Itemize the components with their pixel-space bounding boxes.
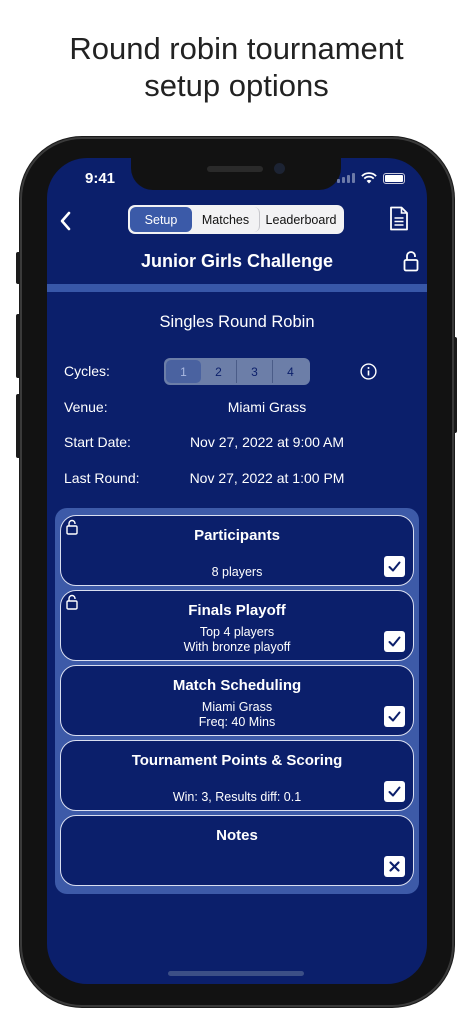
tab-matches[interactable]: Matches [192,207,260,232]
card-detail: Top 4 players [199,625,275,639]
last-round-value[interactable]: Nov 27, 2022 at 1:00 PM [167,470,367,486]
checkmark-icon [388,636,401,647]
venue-label: Venue: [64,399,108,415]
start-date-value[interactable]: Nov 27, 2022 at 9:00 AM [167,434,367,450]
checkmark-icon [388,711,401,722]
last-round-label: Last Round: [64,470,140,486]
cycles-label: Cycles: [64,363,110,379]
checkbox[interactable] [384,781,405,802]
phone-notch [131,158,341,190]
header-divider [47,284,427,292]
card-detail: Miami Grass [201,700,273,714]
card-detail: With bronze playoff [183,640,291,654]
card-title: Match Scheduling [172,677,302,694]
info-icon[interactable] [360,363,377,380]
cycle-option-4[interactable]: 4 [273,360,308,383]
checkbox[interactable] [384,556,405,577]
checkbox[interactable] [384,706,405,727]
page-title: Junior Girls Challenge [140,251,334,271]
checkmark-icon [388,786,401,797]
view-tabs: Setup Matches Leaderboard [128,205,344,234]
card-title: Finals Playoff [188,602,286,619]
venue-value[interactable]: Miami Grass [167,399,367,415]
points-scoring-card[interactable]: Tournament Points & Scoring Win: 3, Resu… [60,740,414,811]
setup-options-panel: Participants 8 players Finals Playoff To… [55,508,419,894]
card-detail: Win: 3, Results diff: 0.1 [172,790,302,804]
cross-icon [389,861,400,872]
status-icons [337,172,405,184]
notes-card[interactable]: Notes [60,815,414,886]
battery-icon [383,172,405,184]
cycle-option-1[interactable]: 1 [166,360,201,383]
headline-line-2: setup options [144,68,329,103]
finals-playoff-card[interactable]: Finals Playoff Top 4 players With bronze… [60,590,414,661]
app-screen: 9:41 Setup Matches Leaderboard Junior Gi… [47,158,427,984]
wifi-icon [361,172,377,184]
card-detail: Freq: 40 Mins [198,715,276,729]
cycle-option-2[interactable]: 2 [201,360,237,383]
lock-open-icon[interactable] [403,250,419,272]
match-scheduling-card[interactable]: Match Scheduling Miami Grass Freq: 40 Mi… [60,665,414,736]
start-date-label: Start Date: [64,434,131,450]
front-camera [274,163,285,174]
tournament-format: Singles Round Robin [159,313,315,331]
chevron-left-icon[interactable] [57,210,75,232]
checkbox[interactable] [384,856,405,877]
cycle-option-3[interactable]: 3 [237,360,273,383]
checkbox[interactable] [384,631,405,652]
card-title: Tournament Points & Scoring [131,752,343,769]
speaker-grille [207,166,263,172]
headline-line-1: Round robin tournament [69,31,404,66]
card-title: Participants [194,527,280,544]
card-detail: 8 players [211,565,263,579]
status-time: 9:41 [85,170,116,187]
promo-headline: Round robin tournament setup options [0,30,473,104]
signal-icon [337,173,355,183]
tab-setup[interactable]: Setup [130,207,192,232]
tab-leaderboard[interactable]: Leaderboard [260,207,342,232]
participants-card[interactable]: Participants 8 players [60,515,414,586]
card-title: Notes [216,827,258,844]
home-indicator[interactable] [168,971,304,976]
document-icon[interactable] [389,206,409,231]
checkmark-icon [388,561,401,572]
cycles-selector: 1 2 3 4 [164,358,310,385]
